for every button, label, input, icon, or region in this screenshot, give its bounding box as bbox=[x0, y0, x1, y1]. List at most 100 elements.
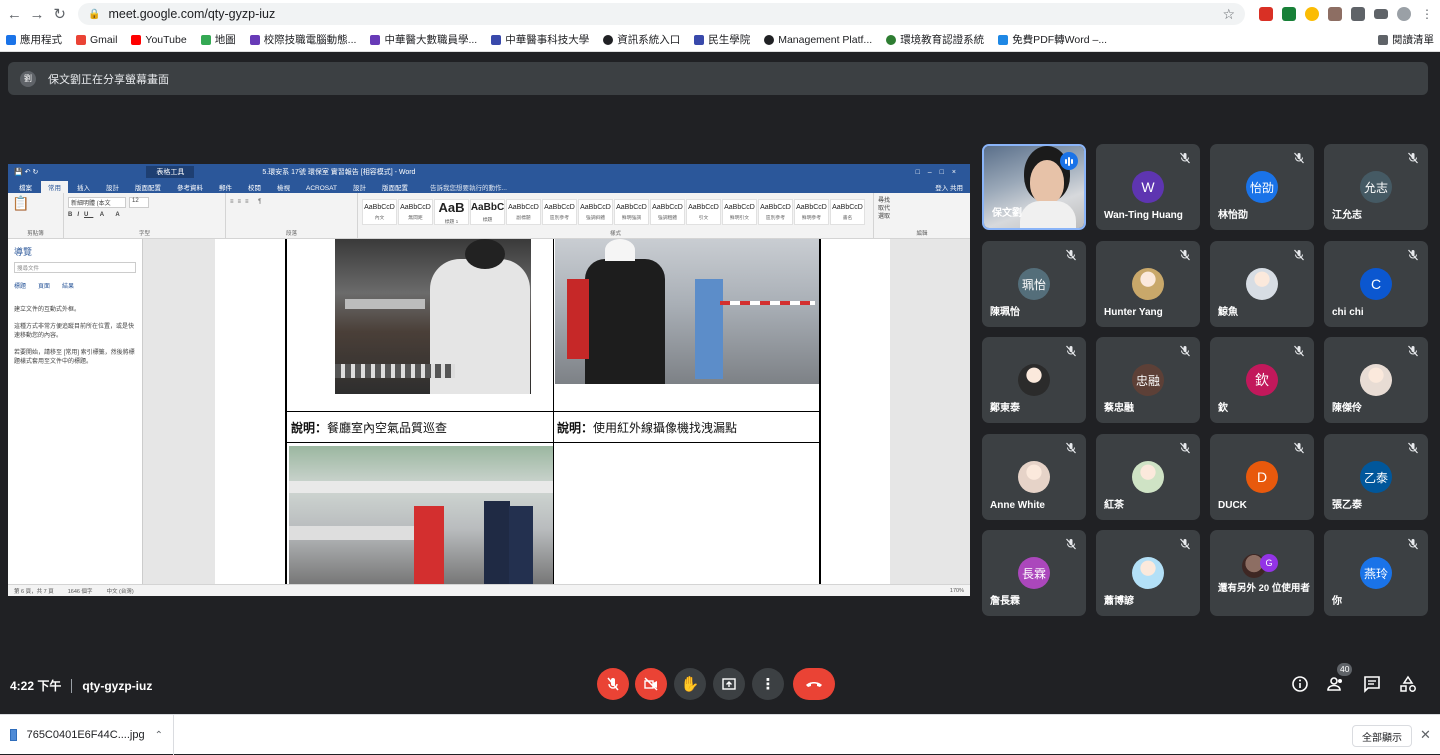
menu-dots-icon[interactable]: ⋮ bbox=[1420, 7, 1434, 21]
mic-muted-icon bbox=[1064, 537, 1078, 551]
bookmark-4[interactable]: 校際技職電腦動態... bbox=[249, 32, 356, 47]
participant-avatar: 欽 bbox=[1246, 364, 1278, 396]
download-file-name: 765C0401E6F44C....jpg bbox=[26, 729, 145, 741]
bookmark-9[interactable]: Management Platf... bbox=[764, 34, 872, 46]
globe-icon bbox=[603, 34, 614, 45]
cup-extension-icon[interactable] bbox=[1328, 7, 1343, 21]
profile-avatar[interactable] bbox=[1397, 7, 1412, 21]
presenting-text: 保文劉正在分享螢幕畫面 bbox=[48, 73, 169, 86]
participant-tile[interactable]: 陳傑伶 bbox=[1324, 337, 1428, 423]
microphone-toggle-button[interactable] bbox=[597, 668, 629, 700]
find-item: 尋找 bbox=[878, 198, 891, 204]
font-format-icons: BIU A A bbox=[68, 212, 125, 218]
mic-muted-icon bbox=[1406, 344, 1420, 358]
apps-grid-icon bbox=[6, 34, 16, 45]
participant-tile[interactable]: 紅茶 bbox=[1096, 434, 1200, 520]
forward-icon[interactable]: → bbox=[29, 3, 46, 25]
participant-tile[interactable]: W Wan-Ting Huang bbox=[1096, 144, 1200, 230]
bookmark-maps[interactable]: 地圖 bbox=[200, 32, 236, 47]
style-name: 引文 bbox=[698, 215, 709, 221]
self-video-tile[interactable]: 保文劉 bbox=[982, 144, 1086, 230]
participant-tile[interactable]: 燕玲你 bbox=[1324, 530, 1428, 616]
bookmark-gmail[interactable]: Gmail bbox=[76, 34, 117, 46]
download-item[interactable]: 765C0401E6F44C....jpg ⌃ bbox=[0, 715, 174, 755]
leave-call-button[interactable] bbox=[793, 668, 835, 700]
mic-muted-icon bbox=[1292, 151, 1306, 165]
mic-muted-icon bbox=[1064, 248, 1078, 262]
bookmark-7[interactable]: 資訊系統入口 bbox=[603, 32, 680, 47]
other-participants-tile[interactable]: G 還有另外 20 位使用者 bbox=[1210, 530, 1314, 616]
camera-toggle-button[interactable] bbox=[635, 668, 667, 700]
mic-muted-icon bbox=[1406, 151, 1420, 165]
presenter-avatar: 劉 bbox=[20, 70, 36, 87]
participant-tile[interactable]: 珮怡 陳珮怡 bbox=[982, 241, 1086, 327]
close-icon[interactable]: ✕ bbox=[1420, 727, 1431, 743]
nav-note: 建立文件的互動式外框。 bbox=[14, 307, 81, 313]
word-ribbon-tabs: 檔案 常用 插入 設計 版面配置 參考資料 郵件 校閱 檢視 ACROSAT 設… bbox=[8, 180, 970, 193]
chat-icon bbox=[1364, 676, 1380, 693]
styles-gallery: AaBbCcD 內文 AaBbCcD 無間距 AaB 標題 1 AaBbC 標題 AaBbCcD… bbox=[362, 195, 869, 225]
back-icon[interactable]: ← bbox=[6, 3, 23, 25]
chat-button[interactable] bbox=[1362, 674, 1382, 694]
participant-tile[interactable]: 怡劭 林怡劭 bbox=[1210, 144, 1314, 230]
lock-icon: 🔒 bbox=[88, 8, 101, 20]
ribbon-styles: AaBbCcD 內文 AaBbCcD 無間距 AaB 標題 1 AaBbC 標題 AaBbCcD… bbox=[358, 193, 874, 238]
participant-tile[interactable]: Cchi chi bbox=[1324, 241, 1428, 327]
participant-tile[interactable]: Anne White bbox=[982, 434, 1086, 520]
playlist-icon[interactable] bbox=[1374, 9, 1389, 19]
style-sample: AaBbCcD bbox=[832, 203, 863, 211]
ribbon-group-label: 段落 bbox=[285, 231, 297, 237]
person-head-shape bbox=[465, 239, 505, 269]
nav-note: 這種方式非常方便追蹤目前所在位置，或是快速移動您的內容。 bbox=[14, 324, 135, 339]
bookmark-apps[interactable]: 應用程式 bbox=[6, 32, 62, 47]
address-bar[interactable]: 🔒 meet.google.com/qty-gyzp-iuz ☆ bbox=[78, 3, 1246, 25]
participant-tile[interactable]: 鄭東泰 bbox=[982, 337, 1086, 423]
caption-label: 說明： bbox=[291, 421, 328, 435]
caption-label: 說明： bbox=[557, 421, 594, 435]
caption-left: 說明：餐廳室內空氣品質巡查 bbox=[291, 419, 447, 436]
chevron-up-icon[interactable]: ⌃ bbox=[155, 730, 163, 741]
bookmark-6[interactable]: 中華醫事科技大學 bbox=[491, 32, 589, 47]
present-screen-button[interactable] bbox=[713, 668, 745, 700]
activities-button[interactable] bbox=[1398, 674, 1418, 694]
participant-tile[interactable]: 欽欽 bbox=[1210, 337, 1314, 423]
speaking-indicator-icon bbox=[1060, 152, 1078, 170]
bookmarks-bar: 應用程式 Gmail YouTube 地圖 校際技職電腦動態... 中華醫大數職… bbox=[0, 28, 1440, 52]
meeting-details-button[interactable] bbox=[1290, 674, 1310, 694]
participant-tile[interactable]: 乙泰 張乙泰 bbox=[1324, 434, 1428, 520]
word-tab: 參考資料 bbox=[177, 185, 203, 192]
sheets-extension-icon[interactable] bbox=[1282, 7, 1297, 21]
style-sample: AaBbCcD bbox=[508, 203, 539, 211]
people-button[interactable] bbox=[1326, 674, 1346, 694]
reading-list[interactable]: 閱讀清單 bbox=[1378, 32, 1434, 47]
participant-tile[interactable]: D DUCK bbox=[1210, 434, 1314, 520]
participant-tile[interactable]: Hunter Yang bbox=[1096, 241, 1200, 327]
bookmark-8[interactable]: 民生學院 bbox=[694, 32, 750, 47]
self-face-shape bbox=[1030, 160, 1064, 204]
reload-icon[interactable]: ↻ bbox=[51, 3, 68, 25]
mic-muted-icon bbox=[1406, 248, 1420, 262]
participant-tile[interactable]: 忠融 蔡忠融 bbox=[1096, 337, 1200, 423]
bookmark-10[interactable]: 環境教育認證系統 bbox=[886, 32, 984, 47]
emoji-extension-icon[interactable] bbox=[1305, 7, 1320, 21]
style-sample: AaBbCcD bbox=[544, 203, 575, 211]
participant-tile[interactable]: 蕭博諺 bbox=[1096, 530, 1200, 616]
shield-extension-icon[interactable] bbox=[1259, 7, 1274, 21]
bookmark-11[interactable]: 免費PDF轉Word –... bbox=[998, 32, 1107, 47]
bookmark-5[interactable]: 中華醫大數職員學... bbox=[370, 32, 477, 47]
participant-tile[interactable]: 長霖 詹長霖 bbox=[982, 530, 1086, 616]
puzzle-icon[interactable] bbox=[1351, 7, 1366, 21]
bookmark-youtube[interactable]: YouTube bbox=[131, 34, 187, 46]
more-options-button[interactable]: ⋮ bbox=[752, 668, 784, 700]
meeting-code[interactable]: qty-gyzp-iuz bbox=[82, 679, 152, 693]
participant-name: 鄭東泰 bbox=[990, 403, 1020, 414]
bookmark-star-icon[interactable]: ☆ bbox=[1222, 6, 1235, 23]
participant-tile[interactable]: 鯨魚 bbox=[1210, 241, 1314, 327]
participant-tile[interactable]: 允志 江允志 bbox=[1324, 144, 1428, 230]
style-name: 鮮明引文 bbox=[729, 215, 750, 221]
mic-muted-icon bbox=[1178, 537, 1192, 551]
shared-screen: 💾 ↶ ↻ 表格工具 5.環安系 17號 環保室 實習報告 [相容模式] - W… bbox=[8, 164, 970, 596]
ribbon-clipboard: 📋 剪貼簿 bbox=[8, 193, 64, 238]
show-all-downloads-button[interactable]: 全部顯示 bbox=[1352, 725, 1412, 747]
raise-hand-button[interactable]: ✋ bbox=[674, 668, 706, 700]
